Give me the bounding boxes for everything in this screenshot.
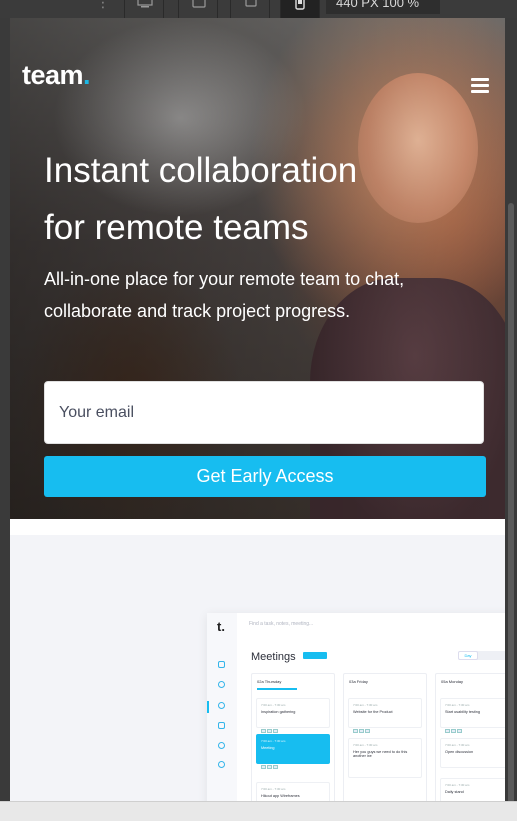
search-icon [218, 742, 225, 749]
app-column: 02a Thursday 7:00 am - 7:30 am Inspiratio… [251, 673, 335, 801]
mobile-icon[interactable] [280, 0, 320, 18]
app-page-title: Meetings [251, 651, 296, 663]
desktop-icon[interactable] [124, 0, 164, 18]
bottom-status-strip [0, 801, 517, 821]
app-card: 7:00 am - 7:30 am Meeting [256, 734, 330, 769]
document-icon [218, 722, 225, 729]
app-sidebar: t. [207, 613, 237, 801]
app-screenshot: t. Find a task, notes, meeting... Meetin… [207, 613, 505, 801]
left-gutter [0, 18, 10, 801]
app-column: 05a Monday 7:00 am - 7:30 am Start usabil… [435, 673, 505, 801]
chat-icon [218, 681, 225, 688]
app-card: 7:00 am - 7:30 am Inspiration gathering [256, 698, 330, 733]
hamburger-menu-icon[interactable] [471, 78, 489, 93]
hero-headline: Instant collaboration for remote teams [44, 151, 358, 247]
tablet-landscape-icon[interactable] [178, 0, 218, 18]
laptop-icon[interactable] [230, 0, 270, 18]
more-options-icon[interactable]: ⋮ [96, 0, 110, 11]
app-view-toggle: Day [458, 651, 505, 660]
hero-subheadline: All-in-one place for your remote team to… [44, 269, 405, 321]
viewport-size-readout: 440 PX 100 % [326, 0, 440, 14]
app-preview-section: t. Find a task, notes, meeting... Meetin… [10, 519, 505, 801]
app-card: 7:00 am - 7:30 am Website for the Product [348, 698, 422, 733]
app-search: Find a task, notes, meeting... [249, 621, 314, 627]
app-card: 7:00 am - 7:30 am Open discussion [440, 738, 505, 768]
hero-section: team. Instant collaboration for remote t… [10, 18, 505, 519]
app-column: 03a Friday 7:00 am - 7:30 am Website for … [343, 673, 427, 801]
inbox-icon [218, 661, 225, 668]
email-input[interactable] [44, 381, 484, 444]
brand-logo[interactable]: team. [22, 60, 91, 91]
app-new-button [303, 652, 327, 659]
app-logo: t. [217, 619, 225, 634]
scrollbar[interactable] [505, 18, 517, 803]
user-icon [218, 702, 225, 709]
app-card: 7:00 am - 7:30 am Hikout app Wireframes [256, 782, 330, 801]
get-early-access-button[interactable]: Get Early Access [44, 456, 486, 497]
devtools-toolbar: ⋮ 440 PX 100 % [0, 0, 517, 18]
app-card: 7:00 am - 7:30 am Daily stand [440, 778, 505, 801]
app-card: 7:00 am - 7:30 am Start usability testing [440, 698, 505, 733]
settings-icon [218, 761, 225, 768]
app-card: 7:00 am - 7:30 am Her you guys we need to… [348, 738, 422, 778]
scrollbar-thumb[interactable] [508, 203, 514, 803]
